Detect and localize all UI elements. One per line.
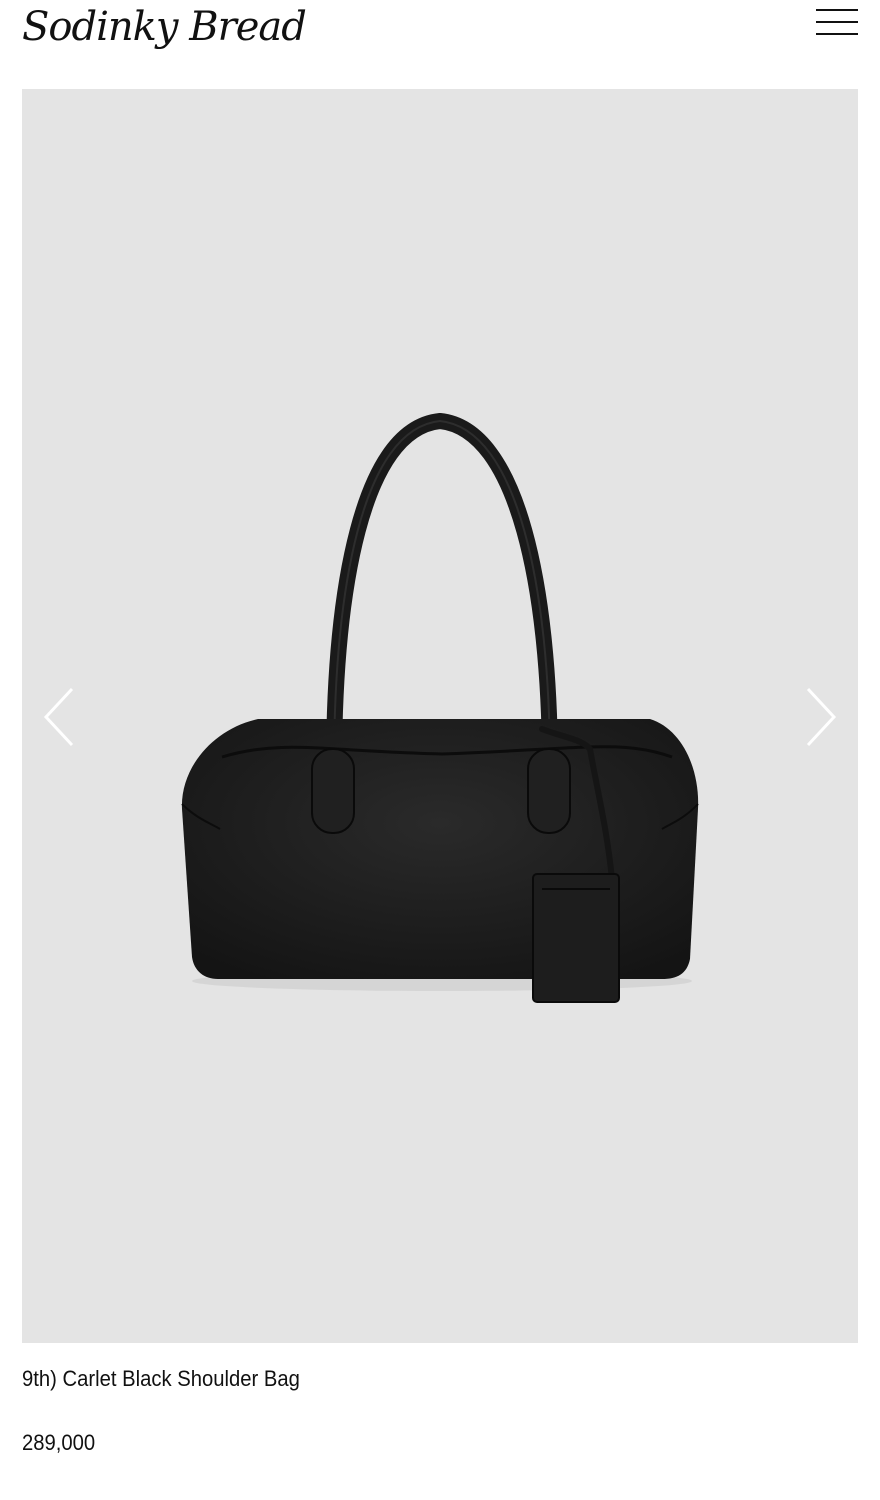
chevron-right-icon [806,687,837,747]
site-header: Sodinky Bread [0,0,880,88]
next-image-button[interactable] [800,685,840,749]
menu-button[interactable] [812,6,860,40]
hamburger-menu-icon [816,9,858,35]
card-holder-tag [532,873,620,1003]
handle-tab-right [527,748,571,834]
brand-logo[interactable]: Sodinky Bread [22,4,307,50]
handle-tab-left [311,748,355,834]
product-image-gallery[interactable] [22,89,858,1343]
product-image [181,412,699,1003]
product-name: 9th) Carlet Black Shoulder Bag [22,1366,300,1391]
chevron-left-icon [43,687,74,747]
previous-image-button[interactable] [40,685,80,749]
bag-handle [326,412,558,777]
bag-body [181,719,699,979]
product-price: 289,000 [22,1430,96,1455]
